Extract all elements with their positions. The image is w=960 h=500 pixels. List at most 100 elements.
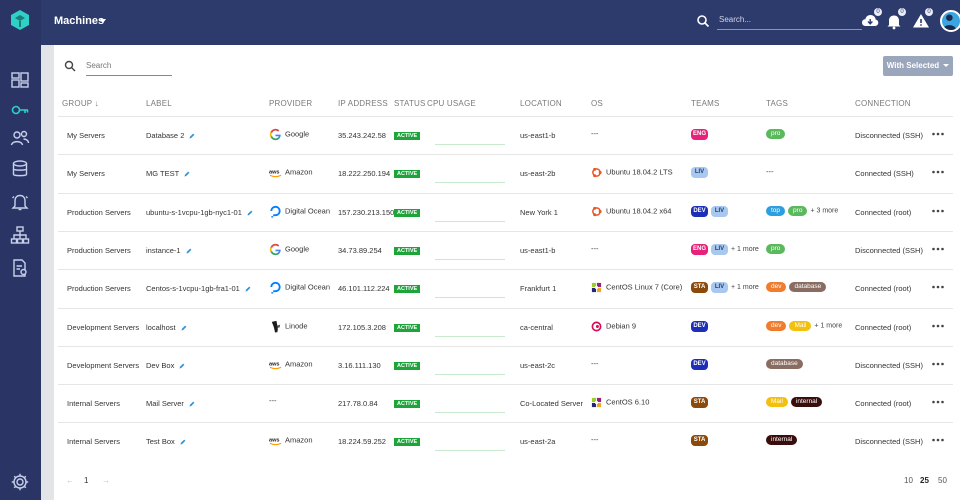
column-header-label[interactable]: LABEL (146, 99, 172, 108)
team-badge[interactable]: LIV (711, 243, 728, 255)
machine-label[interactable]: Mail Server (146, 399, 184, 408)
global-search-input[interactable] (717, 10, 862, 30)
alerts-icon[interactable] (10, 192, 30, 212)
team-badge[interactable]: LIV (711, 205, 728, 217)
column-header-teams[interactable]: TEAMS (691, 99, 720, 108)
ip-cell: 18.222.250.194 (338, 169, 391, 179)
team-badge[interactable]: ENG (691, 243, 708, 255)
tag-badge[interactable]: dev (766, 282, 787, 293)
more-options-icon[interactable] (931, 283, 945, 291)
table-row[interactable]: Internal Servers Test Box aws Amazon 18.224.… (58, 422, 953, 460)
tag-badge[interactable]: internal (766, 435, 798, 446)
team-badge[interactable]: DEV (691, 358, 708, 370)
table-row[interactable]: Production Servers ubuntu-s-1vcpu-1gb-nyc… (58, 192, 953, 231)
users-icon[interactable] (10, 128, 30, 148)
table-search-input[interactable] (86, 56, 172, 76)
search-icon[interactable] (696, 14, 710, 28)
table-row[interactable]: Production Servers instance-1 Google 34.73.… (58, 230, 953, 269)
machine-label[interactable]: MG TEST (146, 169, 179, 178)
tag-badge[interactable]: top (766, 205, 786, 216)
dashboard-icon[interactable] (10, 70, 30, 90)
edit-icon[interactable] (189, 133, 195, 139)
tag-badge[interactable]: pro (766, 129, 786, 140)
column-header-status[interactable]: STATUS (394, 99, 426, 108)
next-page-button[interactable]: → (102, 476, 110, 485)
column-header-tags[interactable]: TAGS (766, 99, 788, 108)
page-title[interactable]: Machines (54, 15, 104, 27)
ubuntu-icon (592, 168, 602, 178)
machine-label[interactable]: Test Box (146, 437, 175, 446)
page-size-10[interactable]: 10 (904, 476, 913, 485)
team-badge[interactable]: DEV (691, 320, 708, 332)
org-chart-icon[interactable] (10, 225, 30, 245)
column-header-location[interactable]: LOCATION (520, 99, 562, 108)
edit-icon[interactable] (180, 439, 186, 445)
table-row[interactable]: My Servers Database 2 Google 35.243.242.58 A… (58, 116, 953, 154)
edit-icon[interactable] (179, 363, 185, 369)
more-options-icon[interactable] (931, 245, 945, 253)
column-header-os[interactable]: OS (591, 99, 603, 108)
machine-label[interactable]: instance-1 (146, 246, 181, 255)
column-header-connection[interactable]: CONNECTION (855, 99, 911, 108)
table-row[interactable]: Internal Servers Mail Server --- 217.78.0.8… (58, 384, 953, 422)
avatar[interactable] (940, 10, 960, 32)
tags-more-link[interactable]: + 3 more (810, 207, 838, 214)
machine-label[interactable]: localhost (146, 323, 176, 332)
key-icon[interactable] (10, 100, 30, 120)
tag-badge[interactable]: internal (790, 397, 823, 408)
team-badge[interactable]: LIV (691, 167, 708, 179)
database-icon[interactable] (10, 159, 30, 179)
edit-icon[interactable] (245, 286, 251, 292)
more-options-icon[interactable] (931, 130, 945, 138)
more-options-icon[interactable] (931, 322, 945, 330)
app-logo-icon[interactable] (9, 9, 31, 31)
current-page[interactable]: 1 (84, 476, 88, 485)
team-badge[interactable]: ENG (691, 129, 708, 140)
table-row[interactable]: Development Servers Dev Box aws Amazon 3.16.… (58, 345, 953, 384)
tag-badge[interactable]: Mail (766, 397, 788, 408)
tag-badge[interactable]: database (789, 282, 827, 293)
edit-icon[interactable] (184, 171, 190, 177)
page-size-25[interactable]: 25 (920, 476, 929, 485)
chevron-down-icon[interactable] (100, 19, 106, 23)
team-badge[interactable]: LIV (711, 282, 728, 294)
settings-icon[interactable] (10, 472, 30, 492)
column-header-ip[interactable]: IP ADDRESS (338, 99, 388, 108)
table-row[interactable]: Production Servers Centos-s-1vcpu-1gb-fra… (58, 269, 953, 307)
edit-icon[interactable] (189, 401, 195, 407)
more-options-icon[interactable] (931, 360, 945, 368)
machine-label[interactable]: Centos-s-1vcpu-1gb-fra1-01 (146, 284, 240, 293)
tag-badge[interactable]: database (766, 358, 803, 369)
connection-cell: Connected (SSH) (855, 169, 914, 179)
column-header-provider[interactable]: PROVIDER (269, 99, 312, 108)
reports-icon[interactable] (10, 258, 30, 278)
page-size-50[interactable]: 50 (938, 476, 947, 485)
tag-badge[interactable]: pro (766, 243, 786, 254)
team-badge[interactable]: STA (691, 397, 708, 409)
machine-label[interactable]: Dev Box (146, 361, 174, 370)
team-badge[interactable]: STA (691, 282, 708, 294)
tag-badge[interactable]: pro (788, 205, 808, 216)
table-row[interactable]: My Servers MG TEST aws Amazon 18.222.250.194… (58, 154, 953, 192)
tags-more-link[interactable]: + 1 more (814, 322, 842, 329)
teams-more-link[interactable]: + 1 more (731, 246, 759, 253)
more-options-icon[interactable] (931, 436, 945, 444)
tag-badge[interactable]: Mail (789, 320, 812, 331)
column-header-cpu[interactable]: CPU USAGE (427, 99, 476, 108)
machine-label[interactable]: ubuntu-s-1vcpu-1gb-nyc1-01 (146, 208, 242, 217)
teams-more-link[interactable]: + 1 more (731, 284, 759, 291)
more-options-icon[interactable] (931, 207, 945, 215)
team-badge[interactable]: DEV (691, 205, 708, 217)
edit-icon[interactable] (186, 248, 192, 254)
table-row[interactable]: Development Servers localhost Linode 172.10… (58, 307, 953, 346)
column-header-group[interactable]: GROUP ↓ (62, 99, 99, 108)
more-options-icon[interactable] (931, 168, 945, 176)
team-badge[interactable]: STA (691, 435, 708, 447)
edit-icon[interactable] (247, 210, 253, 216)
machine-label[interactable]: Database 2 (146, 131, 184, 140)
edit-icon[interactable] (181, 325, 187, 331)
more-options-icon[interactable] (931, 398, 945, 406)
prev-page-button[interactable]: ← (66, 476, 74, 485)
tag-badge[interactable]: dev (766, 320, 787, 331)
with-selected-button[interactable]: With Selected (883, 56, 953, 76)
